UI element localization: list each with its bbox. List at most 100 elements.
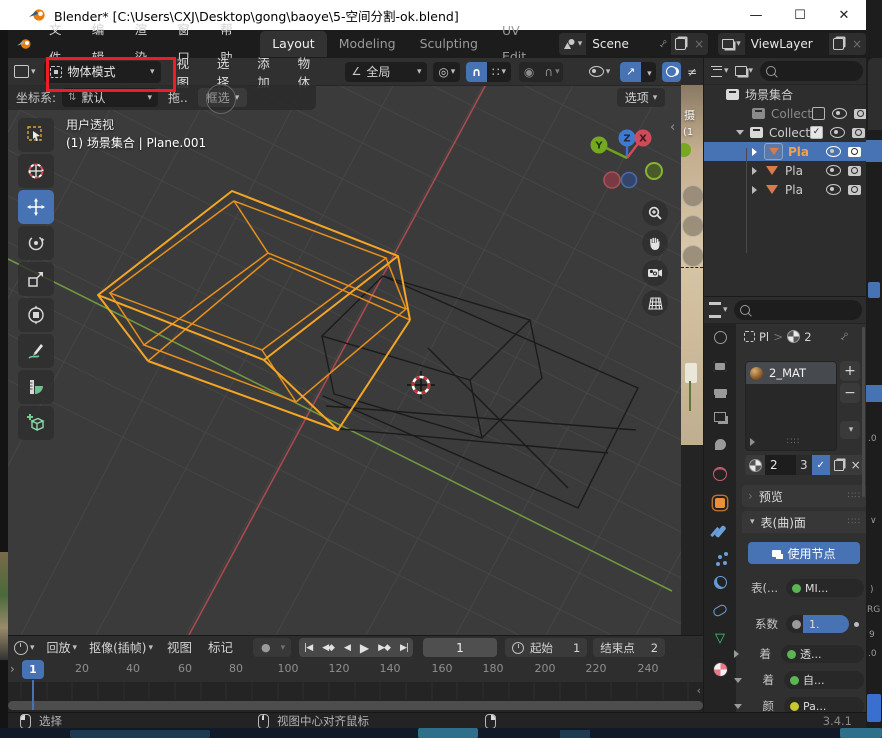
show-gizmo-toggle[interactable]: ↗ (620, 62, 641, 82)
ortho-toggle-control[interactable] (642, 290, 668, 316)
timeline-collapse-arrow[interactable]: ‹ (697, 684, 701, 697)
shader-select[interactable]: 自... (784, 671, 864, 689)
camera-render-icon[interactable] (848, 185, 861, 195)
next-keyframe-button[interactable]: ▶◆ (373, 643, 395, 653)
maximize-button[interactable]: ☐ (778, 0, 822, 30)
factor-value-slider[interactable]: 1. (803, 615, 849, 633)
outliner-filter-button[interactable]: ▾ (732, 66, 757, 76)
use-nodes-button[interactable]: 使用节点 (748, 542, 860, 564)
outliner-display-mode[interactable]: ▾ (708, 66, 732, 77)
tab-object[interactable] (715, 498, 725, 508)
tab-tool[interactable] (714, 331, 727, 344)
playhead-line[interactable] (32, 680, 34, 710)
strip-pan-icon[interactable] (682, 215, 703, 237)
overlays-toggle[interactable] (662, 62, 681, 82)
tab-modeling[interactable]: Modeling (327, 31, 408, 57)
tool-transform[interactable] (18, 298, 54, 332)
editor-type-button[interactable]: ▾ (8, 65, 42, 78)
axis-x-ball[interactable]: X (639, 134, 647, 145)
expand-arrow-icon[interactable] (752, 148, 757, 156)
viewlayer-name-field[interactable]: ViewLayer (745, 33, 829, 55)
frame-start-field[interactable]: 起始 1 (505, 638, 587, 657)
orientation-dropdown[interactable]: ∠ 全局 ▾ (345, 62, 427, 82)
nav-gizmo[interactable]: Z X Y (585, 118, 677, 194)
axis-z-ball[interactable]: Z (623, 134, 630, 145)
row-collection-excluded[interactable]: Collect (704, 104, 867, 123)
include-checkbox[interactable]: ✓ (810, 126, 823, 139)
tab-viewlayer[interactable] (714, 412, 726, 422)
scene-name-field[interactable]: Scene ⟟ (586, 33, 671, 55)
tool-annotate[interactable] (18, 334, 54, 368)
slot-specials-button[interactable]: ▾ (840, 421, 860, 439)
eye-icon[interactable] (832, 108, 847, 119)
panel-preview-header[interactable]: › 预览 ∷∷ (742, 485, 867, 507)
decorator-dot[interactable] (854, 622, 859, 627)
region-collapse-arrow[interactable]: ‹ (670, 120, 675, 135)
falloff-dropdown[interactable]: ∩ ▾ (539, 65, 563, 79)
tab-object-data[interactable]: ▽ (715, 632, 725, 645)
properties-scrollbar[interactable] (862, 327, 865, 497)
eye-icon[interactable] (826, 146, 841, 157)
close-button[interactable]: ✕ (822, 0, 866, 30)
timeline-editor-type[interactable]: ▾ (8, 641, 41, 655)
timeline-channel-area[interactable]: ‹ (8, 682, 703, 712)
timeline-view-menu[interactable]: 视图 (159, 636, 200, 659)
timeline-region-expand[interactable]: › (10, 662, 15, 676)
frame-end-field[interactable]: 结束点 2 (593, 638, 665, 657)
tab-sculpting[interactable]: Sculpting (408, 31, 490, 57)
material-slot-row[interactable]: 2_MAT (746, 362, 836, 384)
list-expand-icon[interactable] (750, 438, 755, 446)
scene-browse-button[interactable]: ▾ (559, 33, 587, 55)
camera-view-strip[interactable]: 摄 (1 (681, 85, 703, 445)
scene-unlink-button[interactable]: × (690, 33, 708, 55)
play-button[interactable]: ▶ (355, 641, 373, 655)
axis-y-ball[interactable]: Y (594, 141, 603, 152)
tool-select-box[interactable] (18, 118, 54, 152)
current-frame-field[interactable]: 1 (423, 638, 497, 657)
shader-select[interactable]: 透... (781, 645, 864, 663)
playhead-handle[interactable]: 1 (22, 660, 44, 679)
pivot-dropdown[interactable]: ◎ ▾ (433, 62, 460, 82)
browse-material-button[interactable] (745, 455, 765, 475)
record-button[interactable]: ● (253, 641, 279, 654)
scene-new-button[interactable] (671, 33, 690, 55)
add-slot-button[interactable]: + (840, 361, 860, 381)
camera-view-control[interactable] (642, 260, 668, 286)
jump-end-button[interactable]: ▶| (395, 643, 413, 653)
tool-cursor[interactable] (18, 154, 54, 188)
collapse-icon[interactable] (734, 704, 742, 709)
row-object[interactable]: Pla (704, 161, 867, 180)
expand-arrow-icon[interactable] (752, 167, 757, 175)
users-count-badge[interactable]: 3 (796, 455, 812, 475)
tab-particles[interactable] (718, 555, 722, 559)
breadcrumb-material[interactable]: 2 (804, 330, 811, 344)
new-material-button[interactable] (830, 455, 848, 475)
outliner-search[interactable] (760, 61, 863, 81)
factor-socket[interactable] (786, 615, 803, 633)
tab-material-active[interactable] (713, 662, 728, 677)
tab-constraints[interactable] (712, 603, 729, 618)
properties-editor-type[interactable]: ▾ (709, 302, 728, 318)
tool-rotate[interactable] (18, 226, 54, 260)
options-dropdown[interactable]: 选项 ▾ (617, 88, 665, 107)
gizmo-dropdown[interactable]: ▾ (641, 65, 656, 79)
blender-menu-icon[interactable] (16, 38, 32, 50)
exclude-checkbox[interactable] (812, 107, 825, 120)
row-scene-collection[interactable]: 场景集合 (704, 85, 867, 104)
playback-menu[interactable]: 回放 ▾ (41, 639, 84, 656)
expand-arrow-icon[interactable] (736, 130, 744, 135)
timeline-h-scrollbar[interactable] (8, 701, 703, 710)
expand-arrow-icon[interactable] (752, 186, 757, 194)
viewlayer-new-button[interactable] (829, 33, 848, 55)
tab-world[interactable] (713, 467, 727, 481)
tool-move[interactable] (18, 190, 54, 224)
timeline-ruler[interactable]: 20 40 60 80 100 120 140 160 180 200 220 … (8, 658, 703, 682)
keying-menu[interactable]: 抠像(插帧) ▾ (83, 639, 159, 656)
play-reverse-button[interactable]: ◀ (339, 643, 355, 653)
strip-zoom-icon[interactable] (682, 185, 703, 207)
properties-search[interactable] (734, 300, 862, 320)
remove-slot-button[interactable]: − (840, 383, 860, 403)
collapse-icon[interactable] (734, 678, 742, 683)
tab-modifiers[interactable] (714, 525, 726, 538)
tool-measure[interactable] (18, 370, 54, 404)
